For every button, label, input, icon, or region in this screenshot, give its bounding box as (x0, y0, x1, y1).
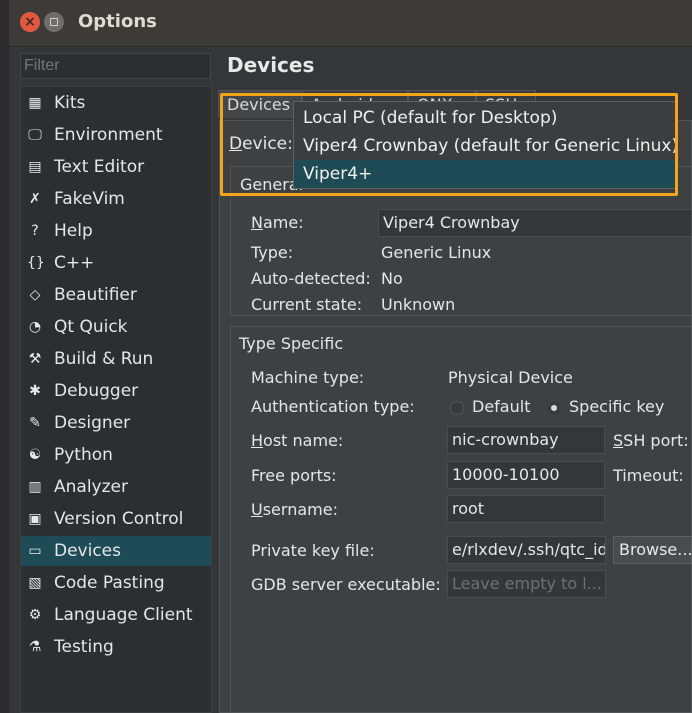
sidebar-item-help[interactable]: ? Help (21, 216, 211, 246)
minimize-icon[interactable] (44, 12, 64, 32)
qtquick-icon: ◔ (28, 319, 42, 335)
sidebar-item-label: Code Pasting (54, 573, 165, 593)
sidebar-item-text-editor[interactable]: ▤ Text Editor (21, 152, 211, 182)
sidebar-item-label: Kits (54, 93, 86, 113)
sidebar-item-label: Language Client (54, 605, 193, 625)
timeout-label: Timeout: (613, 466, 684, 485)
autodetected-value: No (381, 269, 403, 288)
name-field[interactable]: Viper4 Crownbay (378, 209, 692, 237)
sidebar-item-label: Qt Quick (54, 317, 128, 337)
private-key-label: Private key file: (251, 541, 375, 560)
sidebar-item-label: FakeVim (54, 189, 125, 209)
annotation-highlight-box (220, 93, 678, 196)
sidebar-item-designer[interactable]: ✎ Designer (21, 408, 211, 438)
version-control-icon: ▣ (28, 511, 42, 527)
window-title: Options (78, 11, 157, 32)
auth-default-radio[interactable] (450, 401, 464, 415)
state-label: Current state: (251, 295, 363, 314)
sidebar-item-label: Help (54, 221, 93, 241)
sidebar-item-python[interactable]: ☯ Python (21, 440, 211, 470)
page-title: Devices (227, 53, 315, 77)
sidebar-item-language-client[interactable]: ⚙ Language Client (21, 600, 211, 630)
auth-default-label[interactable]: Default (472, 397, 530, 416)
auth-specific-radio[interactable] (547, 401, 561, 415)
background-editor-strip (0, 0, 9, 713)
sidebar-item-kits[interactable]: ▦ Kits (21, 88, 211, 118)
python-icon: ☯ (28, 447, 42, 463)
machine-type-label: Machine type: (251, 368, 365, 387)
options-category-list: ▦ Kits 🖵 Environment ▤ Text Editor ✗ FakeVim? He… (20, 86, 212, 713)
sidebar-item-qt-quick[interactable]: ◔ Qt Quick (21, 312, 211, 342)
username-label: Username: (251, 500, 338, 519)
bug-icon: ✱ (29, 383, 41, 399)
fakevim-icon: ✗ (29, 191, 41, 207)
type-specific-title: Type Specific (239, 334, 344, 353)
private-key-field[interactable]: e/rlxdev/.ssh/qtc_id (447, 536, 606, 564)
devices-icon: ▭ (28, 543, 42, 559)
free-ports-field[interactable]: 10000-10100 (447, 461, 605, 489)
sidebar-item-label: Beautifier (54, 285, 137, 305)
sidebar-item-label: Analyzer (54, 477, 128, 497)
sidebar-item-label: Text Editor (54, 157, 145, 177)
free-ports-label: Free ports: (251, 466, 337, 485)
sidebar-item-label: Testing (54, 637, 114, 657)
sidebar-item-build-run[interactable]: ⚒ Build & Run (21, 344, 211, 374)
sidebar-item-beautifier[interactable]: ◇ Beautifier (21, 280, 211, 310)
sidebar-item-label: C++ (54, 253, 95, 273)
sidebar-item-label: Devices (54, 541, 121, 561)
sidebar-item-label: Designer (54, 413, 131, 433)
gdb-server-label: GDB server executable: (251, 575, 441, 594)
diamond-icon: ◇ (29, 287, 41, 303)
username-field[interactable]: root (447, 495, 605, 523)
browse-button[interactable]: Browse... (613, 536, 692, 564)
sidebar-item-debugger[interactable]: ✱ Debugger (21, 376, 211, 406)
kits-icon: ▦ (28, 95, 42, 111)
auth-specific-label[interactable]: Specific key (569, 397, 664, 416)
hammer-icon: ⚒ (28, 351, 42, 367)
gdb-server-field[interactable]: Leave empty to l... (447, 570, 606, 598)
sidebar-item-testing[interactable]: ⚗ Testing (21, 632, 211, 662)
auth-type-label: Authentication type: (251, 397, 415, 416)
sidebar-item-label: Version Control (54, 509, 184, 529)
sidebar-item-version-control[interactable]: ▣ Version Control (21, 504, 211, 534)
type-value: Generic Linux (381, 243, 492, 262)
host-name-field[interactable]: nic-crownbay (447, 426, 605, 454)
ssh-port-label: SSH port: (613, 431, 689, 450)
sidebar-item-label: Environment (54, 125, 163, 145)
sidebar-item-analyzer[interactable]: ▥ Analyzer (21, 472, 211, 502)
sidebar-item-label: Debugger (54, 381, 139, 401)
monitor-icon: 🖵 (28, 127, 42, 143)
braces-icon: {} (27, 255, 45, 271)
clipboard-icon: ▧ (28, 575, 42, 591)
sidebar-item-environment[interactable]: 🖵 Environment (21, 120, 211, 150)
sidebar-item-fakevim[interactable]: ✗ FakeVim (21, 184, 211, 214)
text-editor-icon: ▤ (28, 159, 42, 175)
testing-icon: ⚗ (28, 639, 42, 655)
help-icon: ? (31, 223, 39, 239)
pencil-icon: ✎ (29, 415, 41, 431)
filter-input[interactable] (20, 53, 211, 79)
sidebar-item-code-pasting[interactable]: ▧ Code Pasting (21, 568, 211, 598)
host-name-label: Host name: (251, 431, 344, 450)
state-value: Unknown (381, 295, 456, 314)
autodetected-label: Auto-detected: (251, 269, 371, 288)
analyzer-icon: ▥ (28, 479, 42, 495)
type-label: Type: (251, 243, 294, 262)
sidebar-item-c-[interactable]: {} C++ (21, 248, 211, 278)
machine-type-value: Physical Device (448, 368, 573, 387)
close-icon[interactable]: × (20, 12, 40, 32)
language-client-icon: ⚙ (28, 607, 42, 623)
sidebar-item-label: Build & Run (54, 349, 154, 369)
sidebar-item-label: Python (54, 445, 113, 465)
name-label: Name: (251, 213, 304, 232)
sidebar-item-devices[interactable]: ▭ Devices (21, 536, 211, 566)
